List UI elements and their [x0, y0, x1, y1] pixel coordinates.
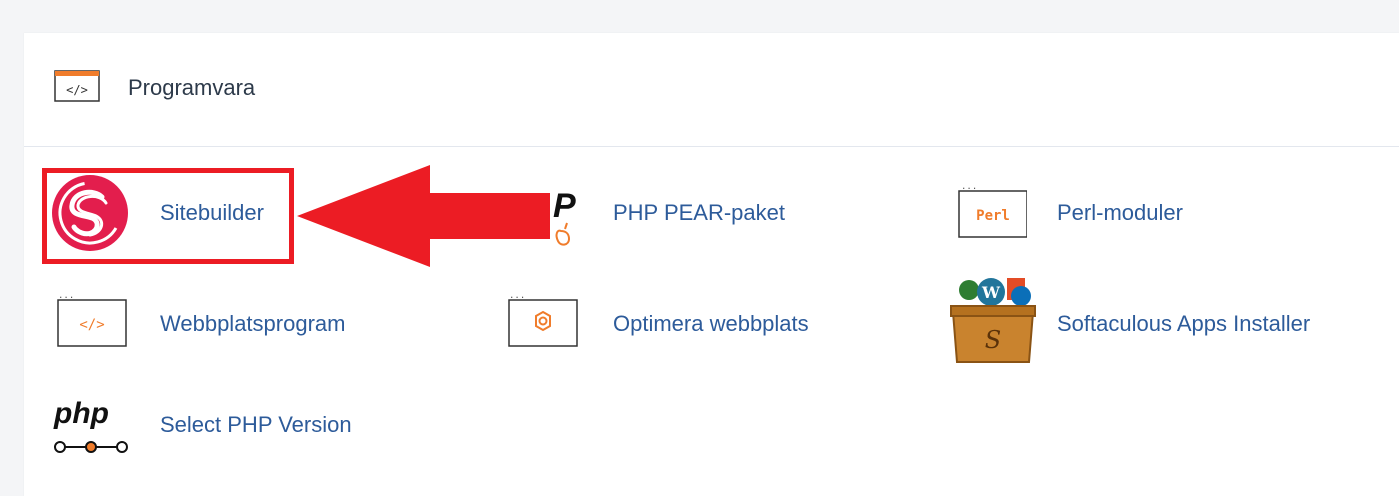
- select-php-version-link[interactable]: php Select PHP Version: [50, 385, 390, 465]
- svg-text:S: S: [985, 326, 1001, 354]
- optimize-website-link[interactable]: ... Optimera webbplats: [503, 284, 863, 364]
- svg-text:</>: </>: [79, 317, 104, 333]
- left-arrow-annotation: [297, 165, 550, 267]
- optimize-gear-icon: ...: [508, 291, 578, 347]
- php-pear-label: PHP PEAR-paket: [613, 200, 786, 225]
- perl-modules-label: Perl-moduler: [1057, 200, 1183, 225]
- svg-text:</>: </>: [66, 83, 88, 97]
- softaculous-box-icon: W S: [950, 278, 1036, 363]
- svg-text:Perl: Perl: [976, 208, 1010, 224]
- perl-icon: ... Perl: [958, 182, 1027, 238]
- php-version-icon: php: [53, 397, 128, 453]
- select-php-version-label: Select PHP Version: [160, 412, 352, 437]
- section-title: Programvara: [128, 75, 256, 100]
- code-window-icon: </>: [54, 70, 100, 102]
- softaculous-link[interactable]: W S Softaculous Apps Installer: [947, 278, 1377, 363]
- sitebuilder-highlight-box: [42, 168, 294, 264]
- website-software-link[interactable]: ... </> Webbplatsprogram: [50, 284, 390, 364]
- softaculous-label: Softaculous Apps Installer: [1057, 311, 1311, 336]
- code-window-icon: ... </>: [57, 291, 127, 347]
- svg-text:W: W: [981, 283, 1001, 302]
- perl-modules-link[interactable]: ... Perl Perl-moduler: [947, 173, 1247, 253]
- website-software-label: Webbplatsprogram: [160, 311, 346, 336]
- optimize-website-label: Optimera webbplats: [613, 311, 809, 336]
- panel-header: </> Programvara: [24, 33, 1399, 147]
- svg-text:php: php: [53, 397, 109, 430]
